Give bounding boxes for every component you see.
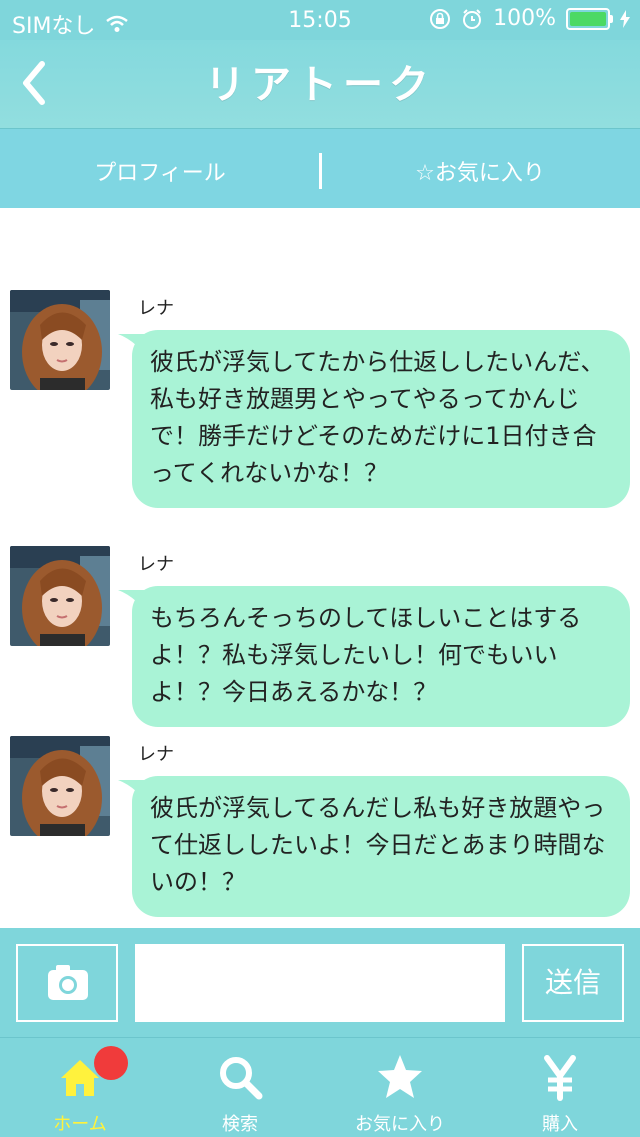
tab-profile[interactable]: プロフィール [0, 155, 320, 187]
tab-search[interactable]: 検索 [160, 1038, 320, 1137]
message-bubble: もちろんそっちのしてほしいことはするよ！？私も浮気したいし！何でもいいよ！？今日… [132, 586, 630, 727]
composer-bar: 送信 [0, 928, 640, 1037]
avatar[interactable] [10, 546, 110, 646]
status-bar: SIMなし 15:05 100% [0, 0, 640, 40]
search-icon [220, 1057, 263, 1100]
message-item: レナ もちろんそっちのしてほしいことはするよ！？私も浮気したいし！何でもいいよ！… [0, 546, 640, 727]
send-button[interactable]: 送信 [522, 944, 624, 1022]
charging-icon [620, 9, 630, 28]
tab-favorites[interactable]: お気に入り [320, 1038, 480, 1137]
tab-label: お気に入り [355, 1114, 445, 1135]
page-title: リアトーク [205, 62, 435, 108]
message-input[interactable] [135, 944, 505, 1022]
message-item: レナ 彼氏が浮気してるんだし私も好き放題やって仕返ししたいよ！今日だとあまり時間… [0, 736, 640, 917]
avatar[interactable] [10, 290, 110, 390]
message-bubble: 彼氏が浮気してるんだし私も好き放題やって仕返ししたいよ！今日だとあまり時間ないの… [132, 776, 630, 917]
battery-percent: 100% [493, 6, 556, 31]
sender-name: レナ [138, 744, 174, 765]
status-right: 100% [429, 6, 630, 31]
sub-nav: プロフィール ☆お気に入り [0, 129, 640, 208]
camera-button[interactable] [16, 944, 118, 1022]
tab-purchase[interactable]: 購入 [480, 1038, 640, 1137]
tab-favorite[interactable]: ☆お気に入り [320, 155, 640, 187]
battery-icon [566, 7, 613, 30]
tab-label: 購入 [542, 1114, 578, 1135]
tab-label: 検索 [222, 1114, 258, 1135]
orientation-lock-icon [430, 8, 451, 29]
avatar[interactable] [10, 736, 110, 836]
tab-label: ホーム [53, 1114, 107, 1135]
tab-bar: ホーム 検索 お気に入り 購入 [0, 1037, 640, 1137]
alarm-icon [463, 8, 482, 29]
sender-name: レナ [138, 554, 174, 575]
notification-badge [94, 1046, 128, 1080]
chat-area[interactable]: レナ 彼氏が浮気してたから仕返ししたいんだ、私も好き放題男とやってやるってかんじ… [0, 208, 640, 928]
nav-bar: リアトーク [0, 40, 640, 129]
star-icon [378, 1055, 422, 1098]
yen-icon [544, 1055, 576, 1101]
message-bubble: 彼氏が浮気してたから仕返ししたいんだ、私も好き放題男とやってやるってかんじで！勝… [132, 330, 630, 508]
tab-home[interactable]: ホーム [0, 1038, 160, 1137]
message-item: レナ 彼氏が浮気してたから仕返ししたいんだ、私も好き放題男とやってやるってかんじ… [0, 290, 640, 520]
sender-name: レナ [138, 298, 174, 319]
camera-icon [48, 965, 88, 1000]
